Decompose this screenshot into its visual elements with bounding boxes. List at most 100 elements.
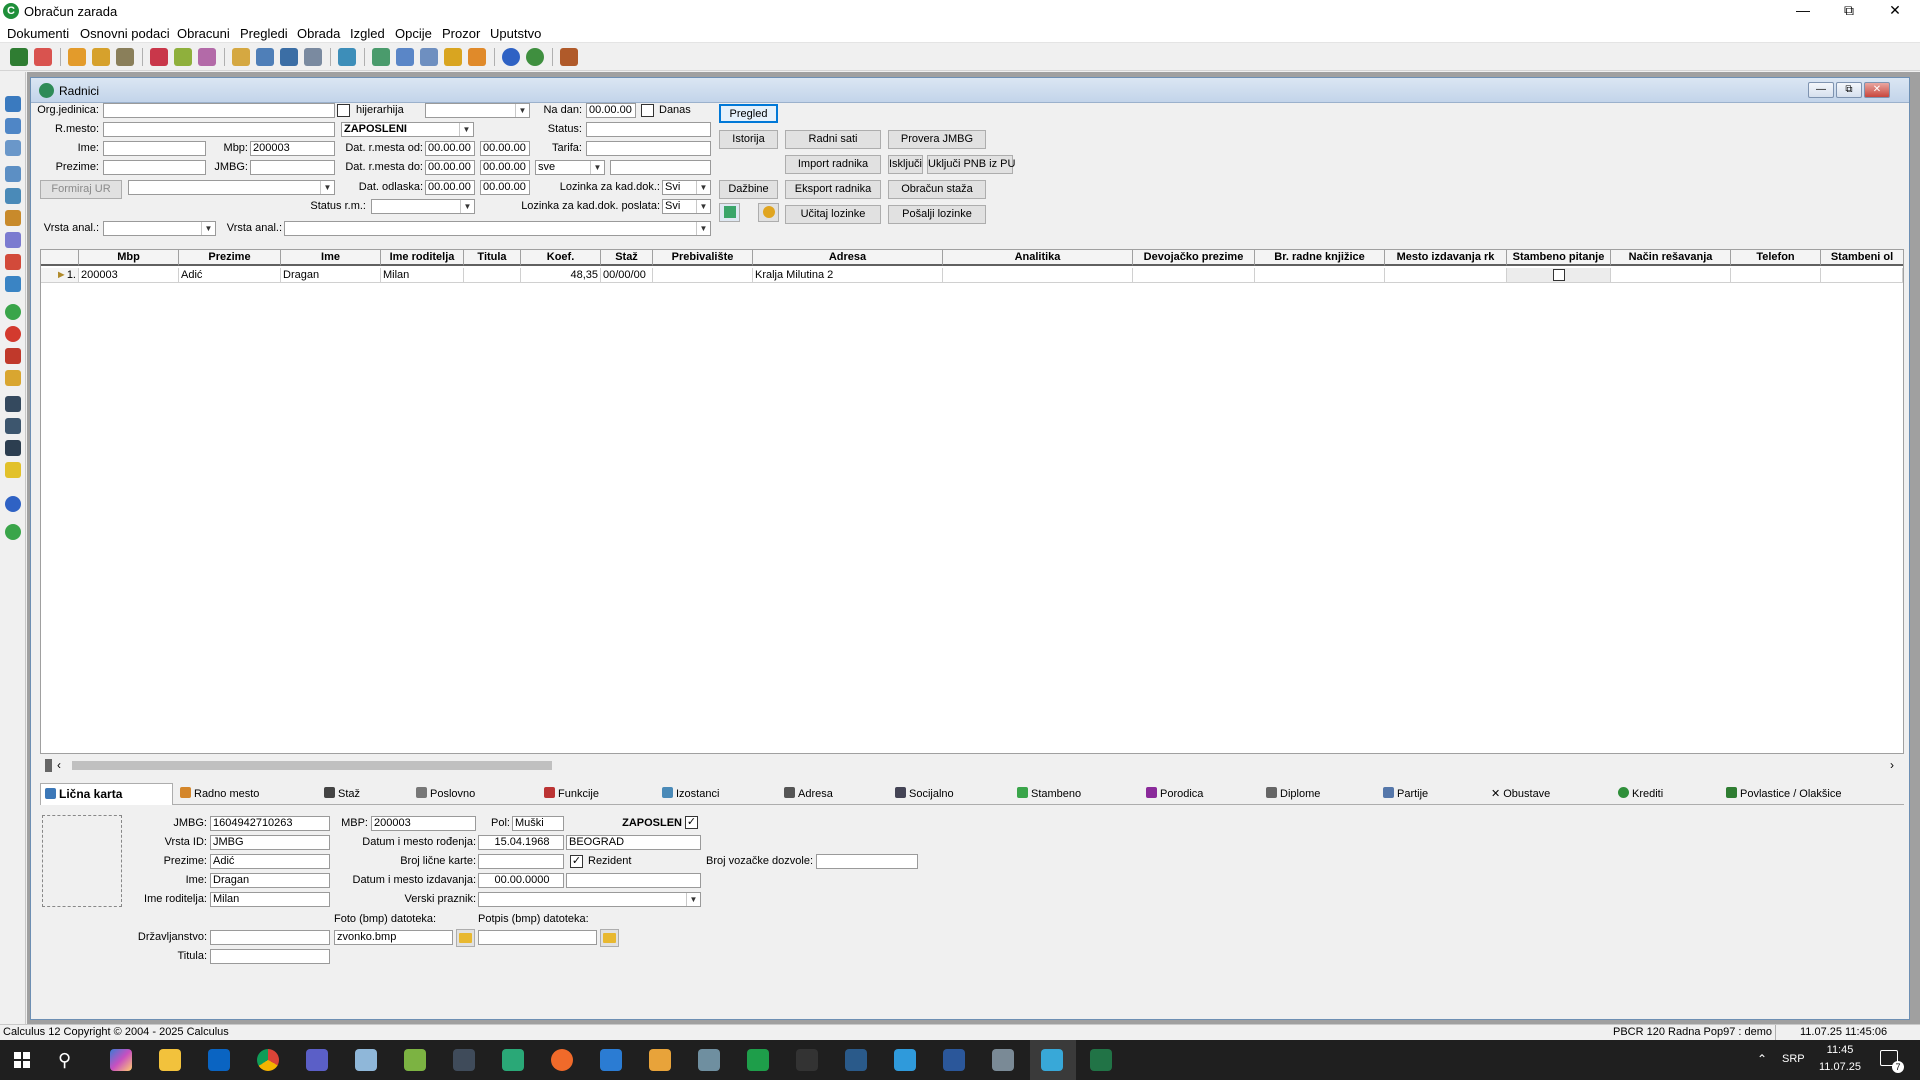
mbp-input[interactable]: 200003 — [250, 141, 335, 156]
dat-odlaska-from-input[interactable]: 00.00.00 — [425, 180, 475, 195]
chart-icon[interactable] — [10, 48, 28, 66]
col-devojacko-prezime[interactable]: Devojačko prezime — [1133, 250, 1255, 266]
status-input[interactable] — [586, 122, 711, 137]
d-ime-input[interactable]: Dragan — [210, 873, 330, 888]
col-ime-roditelja[interactable]: Ime roditelja — [381, 250, 464, 266]
menu-osnovni-podaci[interactable]: Osnovni podaci — [80, 26, 170, 41]
clock-date[interactable]: 11.07.25 — [1818, 1061, 1862, 1073]
tab-diplome[interactable]: Diplome — [1266, 784, 1320, 804]
menu-uputstvo[interactable]: Uputstvo — [490, 26, 541, 41]
status-rm-select[interactable]: ▼ — [371, 199, 475, 214]
app-gear-icon[interactable] — [796, 1049, 818, 1071]
cell-devojacko[interactable] — [1133, 268, 1255, 283]
d-mesto-izd-input[interactable] — [566, 873, 701, 888]
tab-povlastice[interactable]: Povlastice / Olakšice — [1726, 784, 1841, 804]
web-icon[interactable] — [526, 48, 544, 66]
menu-obrada[interactable]: Obrada — [297, 26, 340, 41]
dat-do-extra-input[interactable] — [610, 160, 711, 175]
tab-izostanci[interactable]: Izostanci — [662, 784, 719, 804]
app-store-icon[interactable] — [894, 1049, 916, 1071]
cell-prezime[interactable]: Adić — [179, 268, 281, 283]
d-prezime-input[interactable]: Adić — [210, 854, 330, 869]
notepad-icon[interactable] — [404, 1049, 426, 1071]
help-icon[interactable] — [502, 48, 520, 66]
notes-icon[interactable] — [355, 1049, 377, 1071]
calculator-icon[interactable] — [116, 48, 134, 66]
refresh-icon[interactable] — [420, 48, 438, 66]
dazbine-button[interactable]: Dažbine — [719, 180, 778, 199]
sort-icon[interactable] — [5, 440, 21, 456]
tools-icon[interactable] — [68, 48, 86, 66]
d-datum-rodj-input[interactable]: 15.04.1968 — [478, 835, 564, 850]
lozinka-poslata-select[interactable]: Svi ▼ — [662, 199, 711, 214]
chevron-down-icon[interactable]: ▼ — [686, 893, 700, 906]
vrsta-anal2-select[interactable]: ▼ — [284, 221, 711, 236]
chevron-down-icon[interactable]: ▼ — [459, 123, 473, 136]
clock-time[interactable]: 11:45 — [1818, 1044, 1862, 1056]
remove-icon[interactable] — [5, 326, 21, 342]
print-icon[interactable] — [5, 166, 21, 182]
d-potpis-input[interactable] — [478, 930, 597, 945]
search-icon[interactable]: ⚲ — [58, 1050, 71, 1071]
d-mesto-rodj-input[interactable]: BEOGRAD — [566, 835, 701, 850]
scroll-split-handle[interactable] — [45, 759, 52, 772]
col-staz[interactable]: Staž — [601, 250, 653, 266]
formiraj-select[interactable]: ▼ — [128, 180, 335, 195]
tab-staz[interactable]: Staž — [324, 784, 360, 804]
find-next-icon[interactable] — [5, 418, 21, 434]
danas-checkbox[interactable] — [641, 104, 654, 117]
eksport-radnika-button[interactable]: Eksport radnika — [785, 180, 881, 199]
d-vrsta-id-input[interactable]: JMBG — [210, 835, 330, 850]
cell-radna-knjizica[interactable] — [1255, 268, 1385, 283]
close-icon[interactable]: ✕ — [1872, 0, 1918, 23]
d-drzavljanstvo-input[interactable] — [210, 930, 330, 945]
d-rezident-checkbox[interactable]: ✓ — [570, 855, 583, 868]
calculus-app-icon[interactable] — [1041, 1049, 1063, 1071]
d-titula-input[interactable] — [210, 949, 330, 964]
d-verski-select[interactable]: ▼ — [478, 892, 701, 907]
globe-icon[interactable] — [280, 48, 298, 66]
tab-poslovno[interactable]: Poslovno — [416, 784, 475, 804]
dat-od-to-input[interactable]: 00.00.00 — [480, 141, 530, 156]
chevron-down-icon[interactable]: ▼ — [696, 222, 710, 235]
cell-koef[interactable]: 48,35 — [521, 268, 601, 283]
col-prebivaliste[interactable]: Prebivalište — [653, 250, 753, 266]
info-icon[interactable] — [5, 496, 21, 512]
restore-icon[interactable]: ⧉ — [1826, 0, 1872, 23]
col-titula[interactable]: Titula — [464, 250, 521, 266]
provera-jmbg-button[interactable]: Provera JMBG — [888, 130, 986, 149]
chevron-down-icon[interactable]: ▼ — [590, 161, 604, 174]
d-foto-input[interactable]: zvonko.bmp — [334, 930, 453, 945]
istorija-button[interactable]: Istorija — [719, 130, 778, 149]
check-icon[interactable] — [198, 48, 216, 66]
org-jedinica-input[interactable] — [103, 103, 335, 118]
chevron-down-icon[interactable]: ▼ — [696, 200, 710, 213]
cell-adresa[interactable]: Kralja Milutina 2 — [753, 268, 943, 283]
folder-open-icon[interactable] — [600, 929, 619, 947]
col-br-radne-knjizice[interactable]: Br. radne knjižice — [1255, 250, 1385, 266]
col-ime[interactable]: Ime — [281, 250, 381, 266]
cell-mesto-rk[interactable] — [1385, 268, 1507, 283]
transfer-icon[interactable] — [256, 48, 274, 66]
tab-funkcije[interactable]: Funkcije — [544, 784, 599, 804]
menu-pregledi[interactable]: Pregledi — [240, 26, 288, 41]
arrow-left-icon[interactable] — [444, 48, 462, 66]
d-roditelj-input[interactable]: Milan — [210, 892, 330, 907]
formiraj-ur-button[interactable]: Formiraj UR — [40, 180, 122, 199]
child-close-icon[interactable]: ✕ — [1864, 82, 1890, 98]
d-jmbg-input[interactable]: 1604942710263 — [210, 816, 330, 831]
tab-licna-karta[interactable]: Lična karta — [40, 783, 173, 805]
teams-icon[interactable] — [306, 1049, 328, 1071]
col-adresa[interactable]: Adresa — [753, 250, 943, 266]
tab-adresa[interactable]: Adresa — [784, 784, 833, 804]
ime-input[interactable] — [103, 141, 206, 156]
bucket-icon[interactable] — [5, 254, 21, 270]
minimize-icon[interactable]: — — [1780, 0, 1826, 23]
tray-chevron-up-icon[interactable]: ⌃ — [1757, 1052, 1767, 1066]
go-icon[interactable] — [5, 524, 21, 540]
chevron-down-icon[interactable]: ▼ — [201, 222, 215, 235]
lozinka-select[interactable]: Svi ▼ — [662, 180, 711, 195]
cell-telefon[interactable] — [1731, 268, 1821, 283]
scroll-left-icon[interactable]: ‹ — [57, 758, 61, 772]
dat-od-from-input[interactable]: 00.00.00 — [425, 141, 475, 156]
